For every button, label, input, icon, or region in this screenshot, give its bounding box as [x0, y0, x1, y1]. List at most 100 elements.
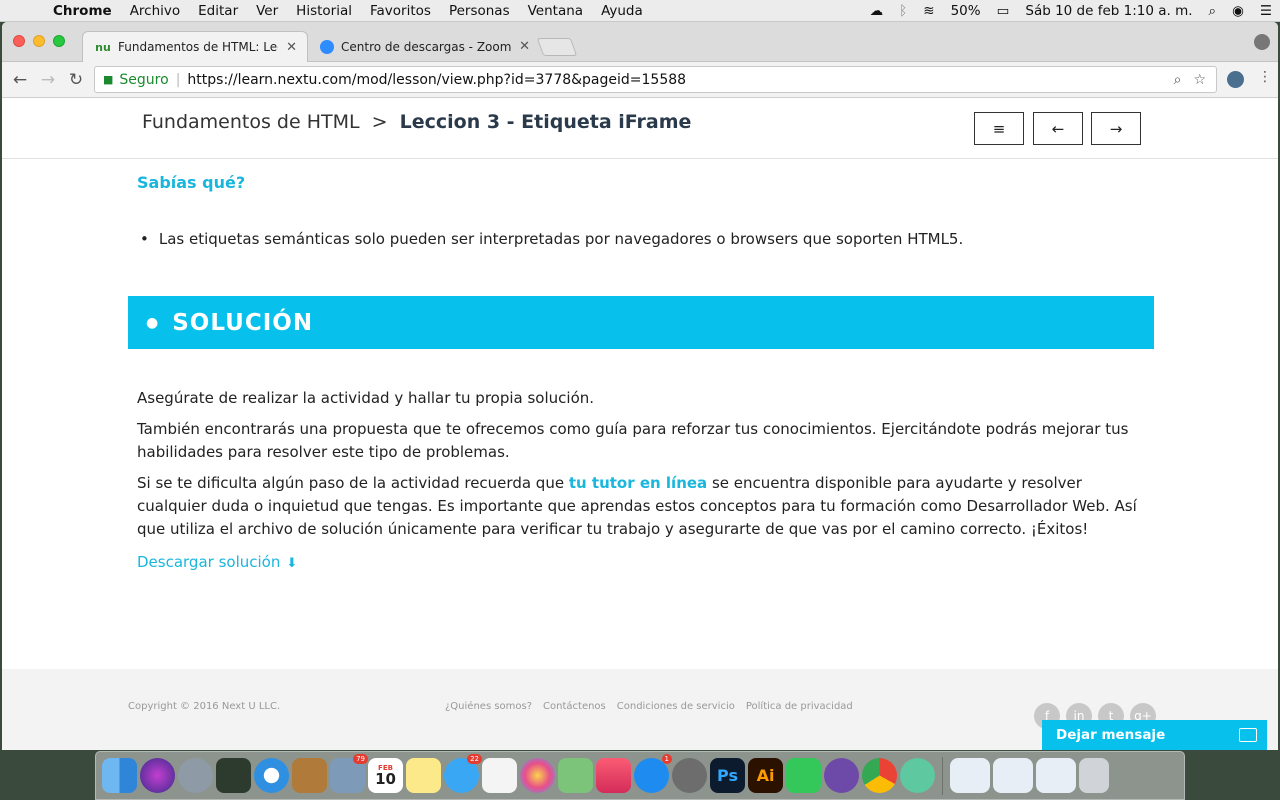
app-store-icon[interactable]: 1 — [634, 754, 672, 793]
download-solution-link[interactable]: Descargar solución ⬇ — [137, 553, 297, 571]
new-tab-button[interactable] — [536, 38, 578, 56]
maps-icon[interactable] — [558, 758, 593, 793]
system-preferences-icon[interactable] — [672, 758, 707, 793]
tab-zoom-download[interactable]: Centro de descargas - Zoom ✕ — [308, 31, 540, 62]
breadcrumb-current: Leccion 3 - Etiqueta iFrame — [399, 111, 692, 133]
tab-fundamentos-html[interactable]: nu Fundamentos de HTML: Leccio ✕ — [82, 31, 308, 62]
clock[interactable]: Sáb 10 de feb 1:10 a. m. — [1017, 3, 1200, 19]
illustrator-icon[interactable]: Ai — [748, 758, 783, 793]
profile-icon[interactable] — [1254, 34, 1270, 50]
atom-icon[interactable] — [900, 758, 935, 793]
menu-archivo[interactable]: Archivo — [121, 3, 189, 19]
menu-historial[interactable]: Historial — [287, 3, 361, 19]
reminders-icon[interactable] — [482, 758, 517, 793]
menu-ventana[interactable]: Ventana — [519, 3, 592, 19]
battery-percent[interactable]: 50% — [943, 3, 989, 19]
siri-icon[interactable]: ◉ — [1224, 3, 1252, 19]
chrome-menu-icon[interactable]: ⋮ — [1258, 69, 1272, 85]
breadcrumb: Fundamentos de HTML > Leccion 3 - Etique… — [142, 111, 691, 133]
footer-link-contact[interactable]: Contáctenos — [543, 701, 606, 712]
bookmark-star-icon[interactable]: ☆ — [1193, 72, 1206, 88]
minimize-window-button[interactable] — [33, 35, 45, 47]
siri-dock-icon[interactable] — [140, 758, 175, 793]
download-label[interactable]: Descargar solución — [137, 553, 280, 571]
nextu-favicon: nu — [95, 40, 111, 54]
macos-dock: 79 FEB 10 22 1 Ps Ai — [95, 751, 1185, 800]
safari-icon[interactable] — [254, 758, 289, 793]
contacts-icon[interactable] — [292, 758, 327, 793]
reload-icon[interactable]: ↻ — [62, 70, 90, 90]
photoshop-icon[interactable]: Ps — [710, 758, 745, 793]
close-window-button[interactable] — [13, 35, 25, 47]
battery-icon[interactable]: ▭ — [989, 3, 1018, 19]
footer-link-privacy[interactable]: Política de privacidad — [746, 701, 853, 712]
lesson-header: Fundamentos de HTML > Leccion 3 - Etique… — [2, 98, 1278, 159]
lightbulb-icon: ● — [146, 314, 159, 331]
web-page: Fundamentos de HTML > Leccion 3 - Etique… — [2, 98, 1278, 750]
address-bar[interactable]: ■ Seguro | https://learn.nextu.com/mod/l… — [94, 66, 1217, 93]
launchpad-icon[interactable] — [178, 758, 213, 793]
photos-icon[interactable] — [520, 758, 555, 793]
notes-icon[interactable] — [406, 758, 441, 793]
solution-body: Asegúrate de realizar la actividad y hal… — [137, 387, 1147, 549]
breadcrumb-parent[interactable]: Fundamentos de HTML — [142, 111, 360, 133]
list-item: Las etiquetas semánticas solo pueden ser… — [137, 230, 963, 248]
spotlight-search-icon[interactable]: ⌕ — [1201, 3, 1225, 19]
notification-center-icon[interactable]: ☰ — [1252, 3, 1280, 19]
trash-icon[interactable] — [1079, 758, 1109, 793]
dock-divider — [942, 756, 943, 795]
minimized-window-icon[interactable] — [993, 758, 1033, 793]
menu-app-name[interactable]: Chrome — [44, 3, 121, 19]
browser-toolbar: ← → ↻ ■ Seguro | https://learn.nextu.com… — [2, 62, 1278, 98]
appstore-badge: 1 — [661, 754, 672, 764]
chrome-dock-icon[interactable] — [862, 758, 897, 793]
copyright-text: Copyright © 2016 Next U LLC. — [128, 701, 281, 712]
close-tab-icon[interactable]: ✕ — [286, 40, 297, 55]
chat-label[interactable]: Dejar mensaje — [1056, 727, 1165, 743]
lock-icon: ■ — [103, 73, 114, 86]
solution-title: SOLUCIÓN — [172, 309, 314, 336]
wifi-icon[interactable]: ≋ — [915, 3, 942, 19]
zoom-magnifier-icon[interactable]: ⌕ — [1174, 72, 1182, 88]
url-text[interactable]: https://learn.nextu.com/mod/lesson/view.… — [187, 72, 686, 88]
macos-menubar: Chrome Archivo Editar Ver Historial Favo… — [0, 0, 1280, 22]
close-tab-icon[interactable]: ✕ — [519, 39, 530, 54]
previous-page-button[interactable]: ← — [1033, 112, 1083, 145]
menu-favoritos[interactable]: Favoritos — [361, 3, 440, 19]
paragraph: Asegúrate de realizar la actividad y hal… — [137, 389, 595, 407]
mail-icon[interactable]: 79 — [330, 754, 368, 793]
facetime-icon[interactable] — [786, 758, 821, 793]
lesson-menu-button[interactable]: ≡ — [974, 112, 1024, 145]
extension-icon[interactable] — [1227, 71, 1244, 88]
zoom-window-button[interactable] — [53, 35, 65, 47]
creative-cloud-icon[interactable]: ☁ — [862, 3, 892, 19]
menu-ver[interactable]: Ver — [247, 3, 287, 19]
tutor-link[interactable]: tu tutor en línea — [569, 474, 707, 492]
download-icon[interactable]: ⬇ — [286, 556, 297, 571]
footer-link-terms[interactable]: Condiciones de servicio — [617, 701, 735, 712]
leave-message-chat-widget[interactable]: Dejar mensaje — [1042, 720, 1267, 750]
secure-label: Seguro — [119, 71, 169, 88]
finder-icon[interactable] — [102, 758, 137, 793]
minimized-window-icon[interactable] — [950, 758, 990, 793]
forward-arrow-icon[interactable]: → — [34, 70, 62, 90]
tips-list: Las etiquetas semánticas solo pueden ser… — [137, 230, 963, 248]
messages-icon[interactable]: 22 — [444, 754, 482, 793]
minimized-window-icon[interactable] — [1036, 758, 1076, 793]
mission-control-icon[interactable] — [216, 758, 251, 793]
menu-editar[interactable]: Editar — [189, 3, 247, 19]
menu-ayuda[interactable]: Ayuda — [592, 3, 652, 19]
github-desktop-icon[interactable] — [824, 758, 859, 793]
lesson-content: Sabías qué? Las etiquetas semánticas sol… — [137, 173, 1157, 248]
next-page-button[interactable]: → — [1091, 112, 1141, 145]
menu-personas[interactable]: Personas — [440, 3, 519, 19]
footer-link-about[interactable]: ¿Quiénes somos? — [445, 701, 532, 712]
calendar-day: 10 — [375, 769, 396, 788]
bluetooth-icon[interactable]: ᛒ — [891, 3, 915, 19]
calendar-icon[interactable]: FEB 10 — [368, 758, 403, 793]
chat-window-icon[interactable] — [1239, 728, 1257, 742]
footer-links: ¿Quiénes somos? Contáctenos Condiciones … — [445, 701, 853, 712]
back-arrow-icon[interactable]: ← — [6, 70, 34, 90]
window-controls — [13, 35, 65, 47]
itunes-icon[interactable] — [596, 758, 631, 793]
